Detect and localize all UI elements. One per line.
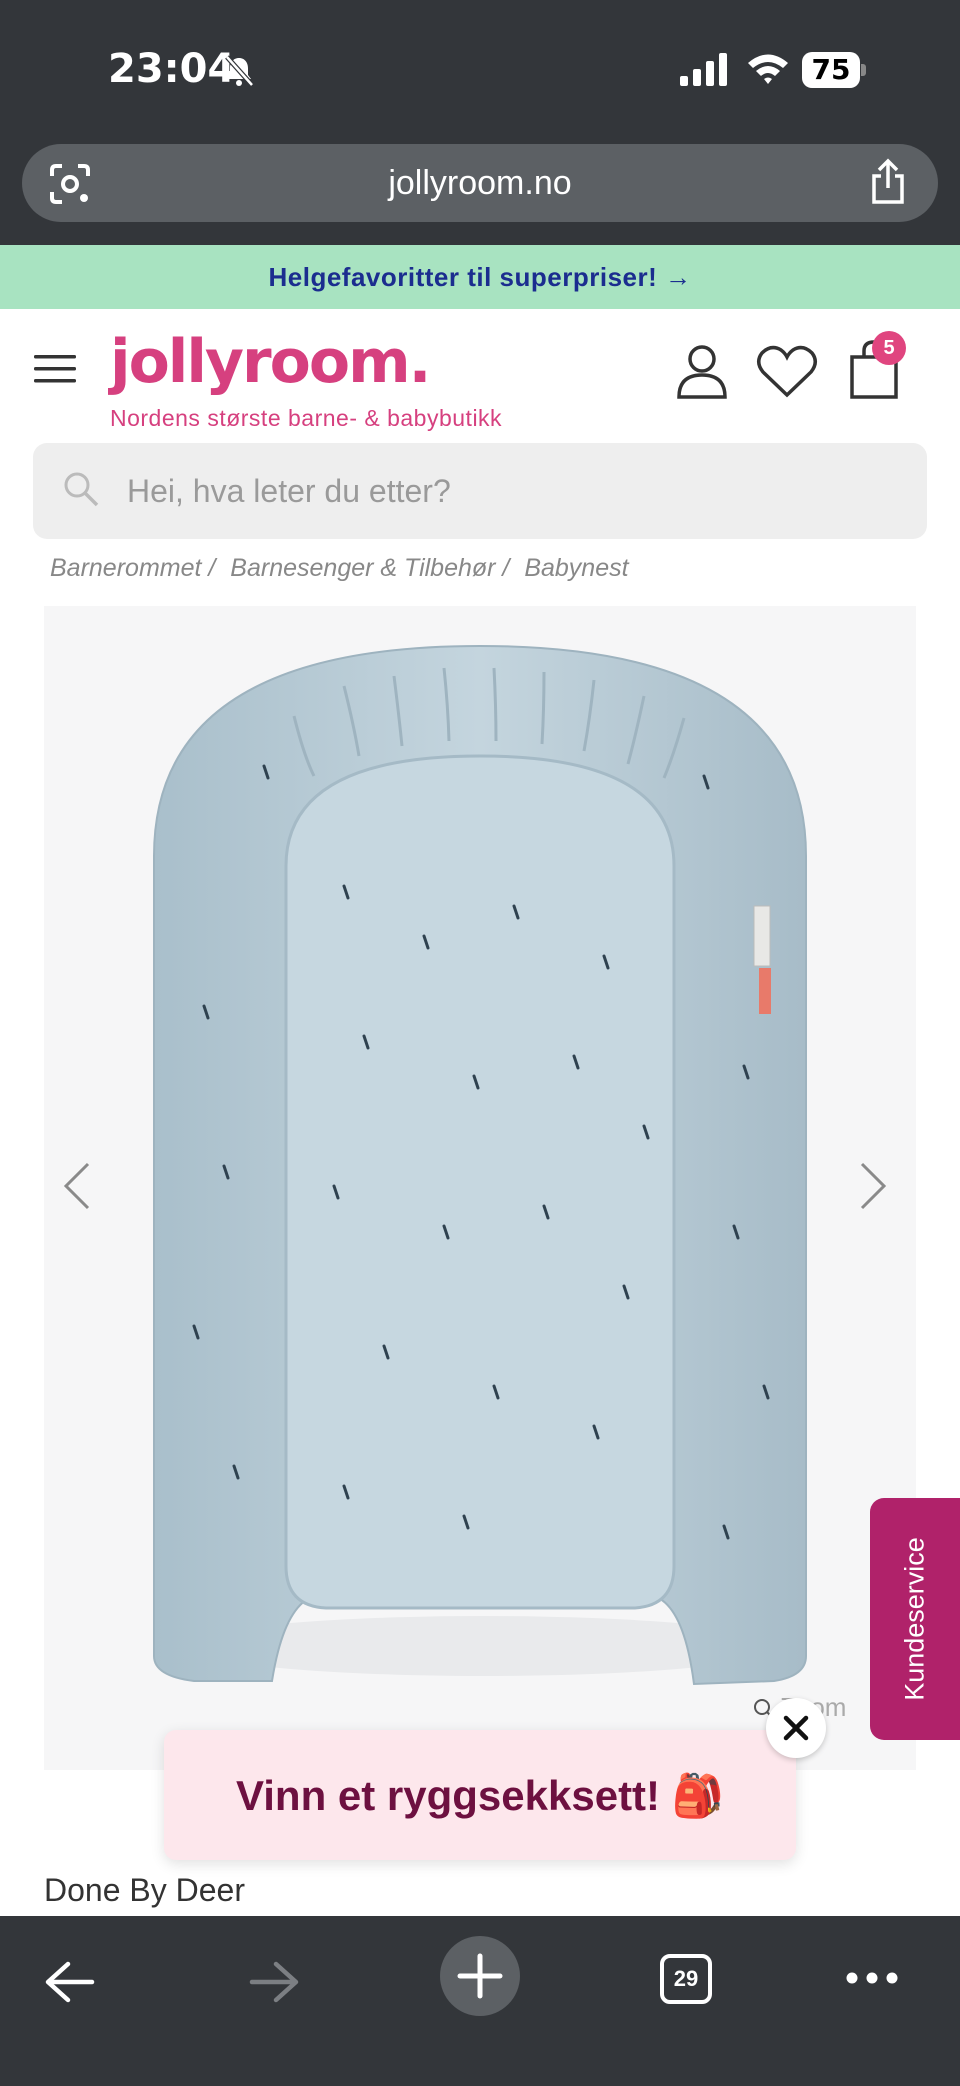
page: 23:04 75 jollyroom.no Helgefavoritter ti… — [0, 0, 960, 2086]
customer-service-label[interactable]: Kundeservice — [900, 1537, 931, 1701]
breadcrumb-item[interactable]: Barnerommet / — [50, 554, 215, 582]
search-icon — [64, 472, 99, 507]
breadcrumb-item[interactable]: Barnesenger & Tilbehør / — [230, 554, 509, 582]
user-icon[interactable] — [676, 343, 728, 399]
battery-level: 75 — [802, 52, 860, 88]
browser-chrome: jollyroom.no — [0, 140, 960, 245]
menu-icon[interactable] — [34, 353, 78, 385]
more-icon[interactable] — [846, 1972, 898, 1984]
product-image[interactable] — [44, 606, 916, 1770]
breadcrumb-item[interactable]: Babynest — [524, 554, 628, 582]
product-brand[interactable]: Done By Deer — [44, 1872, 245, 1909]
share-icon[interactable] — [868, 158, 908, 206]
customer-service-tab[interactable]: Kundeservice — [870, 1498, 960, 1740]
plus-icon — [457, 1953, 503, 1999]
battery-icon: 75 — [802, 52, 866, 88]
site-tagline: Nordens største barne- & babybutikk — [110, 405, 503, 431]
wifi-icon — [748, 54, 788, 84]
back-arrow-icon[interactable] — [44, 1960, 96, 2004]
battery-nub — [861, 64, 866, 76]
promo-banner-text[interactable]: Helgefavoritter til superpriser! → — [269, 262, 692, 293]
tabs-icon[interactable]: 29 — [660, 1954, 712, 2004]
status-bar: 23:04 75 — [0, 0, 960, 140]
url-bar[interactable]: jollyroom.no — [22, 144, 938, 222]
promo-popup-text[interactable]: Vinn et ryggsekksett! 🎒 — [164, 1772, 796, 1821]
close-button[interactable] — [766, 1698, 826, 1758]
status-time: 23:04 — [108, 46, 236, 92]
browser-toolbar: 29 — [0, 1916, 960, 2086]
site-logo[interactable]: jollyroom. — [110, 327, 431, 397]
heart-icon[interactable] — [756, 345, 818, 399]
forward-arrow-icon[interactable] — [248, 1960, 300, 2004]
new-tab-button[interactable] — [440, 1936, 520, 2016]
cart-count-badge[interactable]: 5 — [872, 331, 906, 365]
close-icon — [783, 1715, 809, 1741]
breadcrumb: Barnerommet / Barnesenger & Tilbehør / B… — [50, 554, 637, 583]
signal-icon — [680, 53, 727, 86]
promo-popup[interactable]: Vinn et ryggsekksett! 🎒 — [164, 1730, 796, 1860]
promo-banner[interactable]: Helgefavoritter til superpriser! → — [0, 245, 960, 309]
bell-slash-icon — [225, 55, 254, 87]
search-input[interactable] — [127, 443, 887, 539]
chevron-left-icon[interactable] — [62, 1160, 92, 1212]
product-gallery[interactable] — [44, 606, 916, 1770]
url-text[interactable]: jollyroom.no — [22, 164, 938, 203]
site-header: jollyroom. Nordens største barne- & baby… — [0, 309, 960, 439]
search-bar[interactable] — [33, 443, 927, 539]
chevron-right-icon[interactable] — [858, 1160, 888, 1212]
